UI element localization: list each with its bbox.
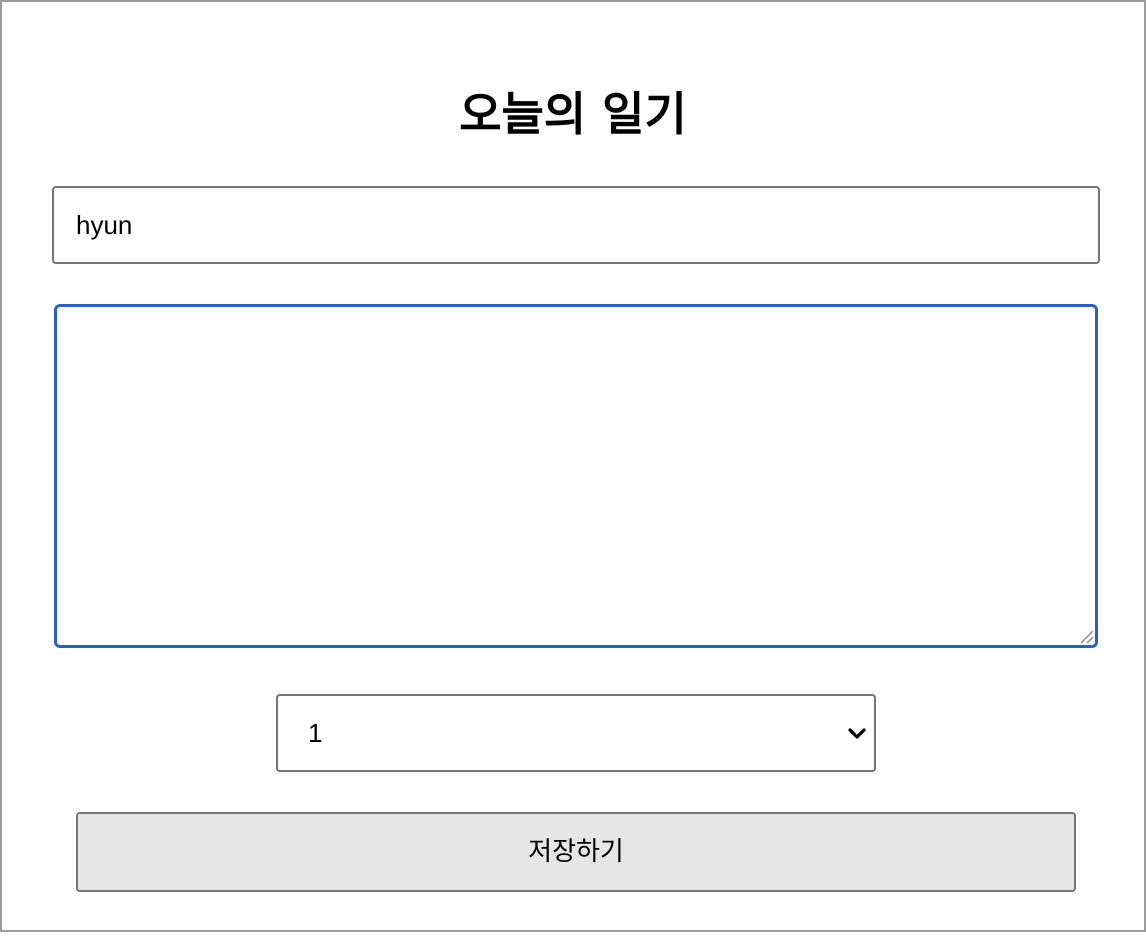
save-button[interactable]: 저장하기 [76,812,1076,892]
content-textarea[interactable] [54,304,1098,648]
emotion-select[interactable]: 1 [276,694,876,772]
diary-editor-container: 오늘의 일기 1 저장하기 [0,0,1146,932]
emotion-select-value: 1 [308,718,323,748]
chevron-down-icon [848,728,866,739]
page-title: 오늘의 일기 [459,87,687,141]
resize-grip-icon[interactable] [1078,628,1094,644]
author-input[interactable] [52,186,1100,264]
